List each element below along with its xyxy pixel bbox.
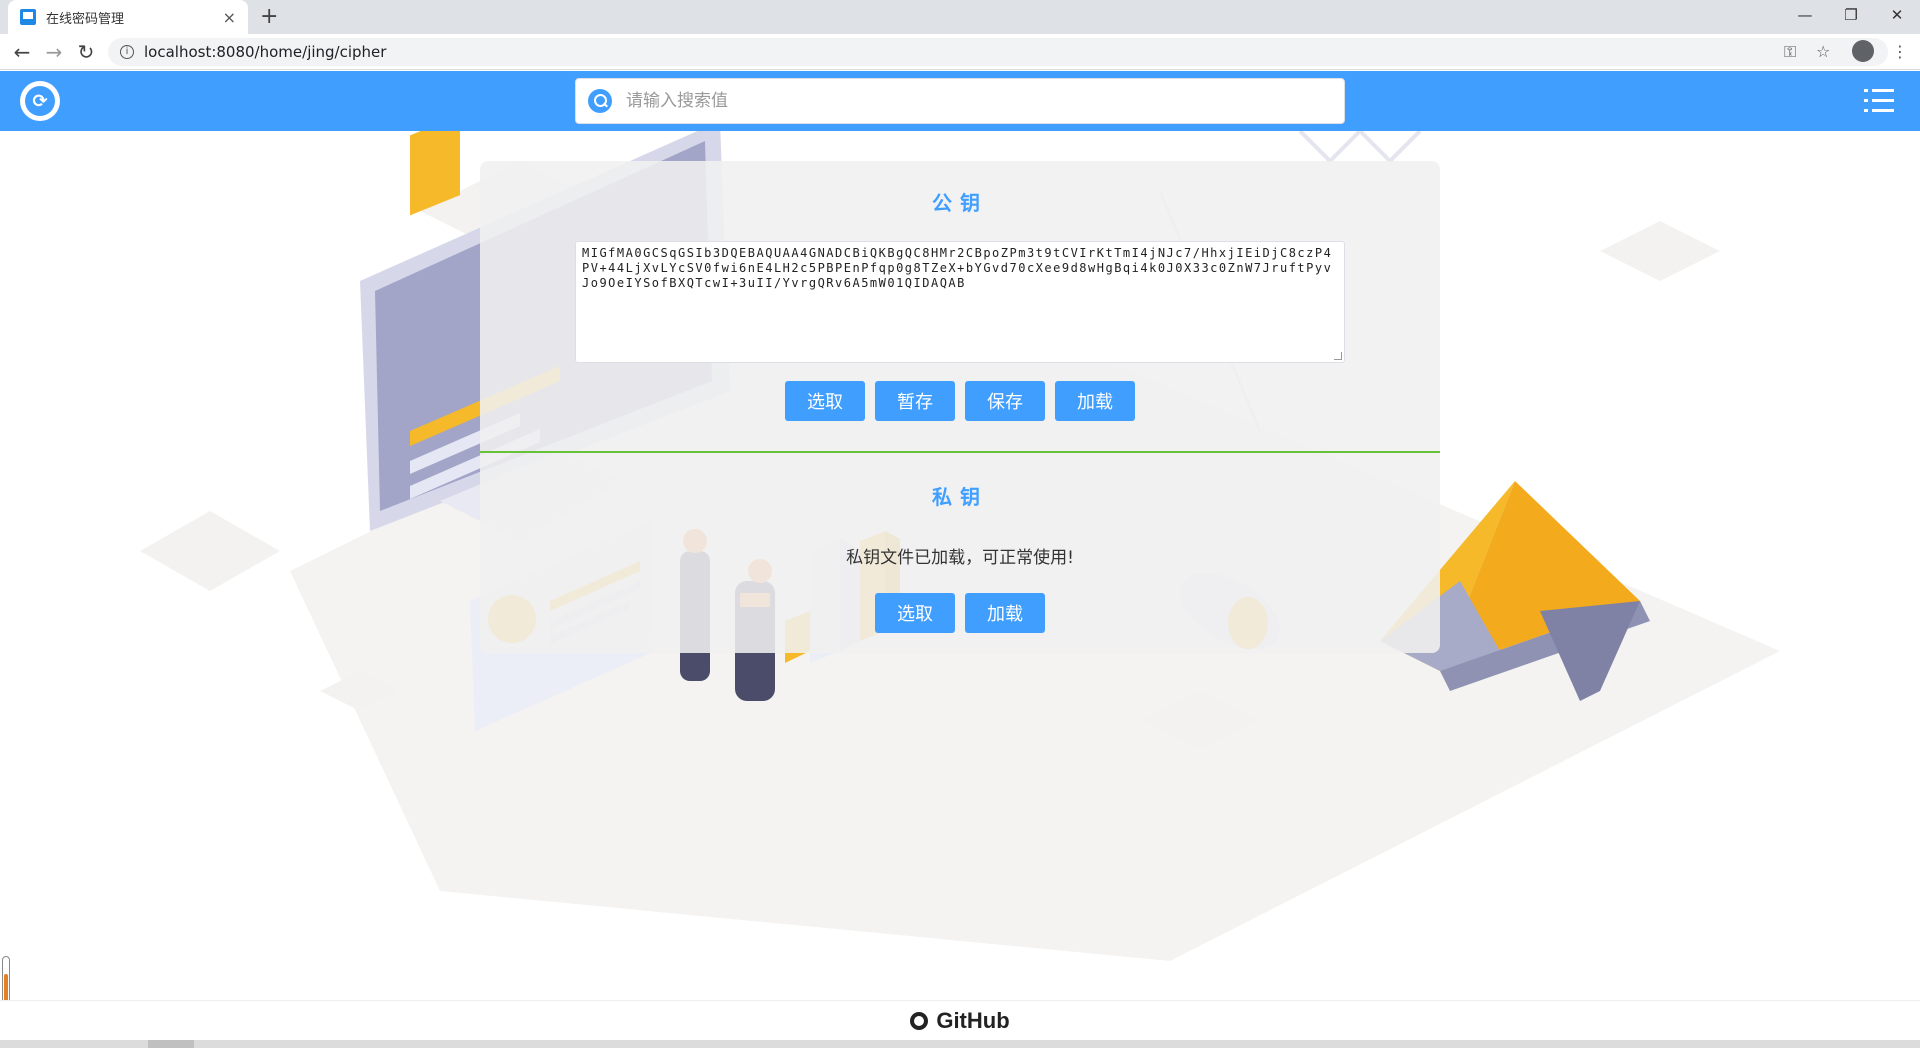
public-key-textarea[interactable]: MIGfMA0GCSqGSIb3DQEBAQUAA4GNADCBiQKBgQC8… — [575, 241, 1345, 363]
minimize-icon[interactable]: — — [1782, 0, 1828, 30]
app-header: ⟳ — [0, 71, 1920, 131]
more-menu-icon[interactable]: ⋮ — [1892, 42, 1908, 61]
search-icon[interactable] — [588, 89, 612, 113]
public-load-button[interactable]: 加载 — [1055, 381, 1135, 421]
private-select-button[interactable]: 选取 — [875, 593, 955, 633]
public-key-value: MIGfMA0GCSqGSIb3DQEBAQUAA4GNADCBiQKBgQC8… — [582, 246, 1333, 290]
new-tab-icon[interactable]: + — [260, 4, 278, 29]
github-icon[interactable] — [910, 1011, 929, 1030]
tab-title: 在线密码管理 — [46, 11, 125, 27]
search-input[interactable] — [626, 91, 1306, 111]
key-icon[interactable]: ⚿ — [1784, 42, 1796, 62]
github-link[interactable]: GitHub — [936, 1008, 1009, 1034]
restore-icon[interactable]: ❐ — [1828, 0, 1874, 30]
section-divider — [480, 451, 1440, 453]
window-close-icon[interactable]: ✕ — [1874, 0, 1920, 30]
url-text: localhost:8080/home/jing/cipher — [144, 43, 387, 61]
browser-toolbar: ← → ↻ i localhost:8080/home/jing/cipher … — [0, 34, 1920, 70]
back-icon[interactable]: ← — [10, 40, 34, 64]
profile-avatar-icon[interactable] — [1852, 40, 1874, 62]
public-temp-save-button[interactable]: 暂存 — [875, 381, 955, 421]
public-save-button[interactable]: 保存 — [965, 381, 1045, 421]
app-logo-icon[interactable]: ⟳ — [20, 81, 60, 121]
key-management-card: 公钥 MIGfMA0GCSqGSIb3DQEBAQUAA4GNADCBiQKBg… — [480, 161, 1440, 653]
scrollbar-thumb[interactable] — [148, 1040, 194, 1048]
public-key-title: 公钥 — [932, 191, 988, 215]
forward-icon[interactable]: → — [42, 40, 66, 64]
private-key-title: 私钥 — [932, 485, 988, 509]
browser-tab-strip: 在线密码管理 × + — ❐ ✕ — [0, 0, 1920, 34]
private-load-button[interactable]: 加载 — [965, 593, 1045, 633]
footer: GitHub — [0, 1000, 1920, 1040]
horizontal-scrollbar[interactable] — [0, 1040, 1920, 1048]
private-key-status: 私钥文件已加载，可正常使用! — [846, 548, 1074, 568]
star-icon[interactable]: ☆ — [1816, 42, 1830, 61]
site-favicon-icon — [20, 9, 36, 25]
browser-tab[interactable]: 在线密码管理 × — [8, 0, 248, 34]
menu-list-icon[interactable] — [1864, 89, 1894, 113]
site-info-icon[interactable]: i — [120, 45, 134, 59]
resize-handle-icon[interactable] — [1334, 352, 1342, 360]
side-widget-icon — [2, 956, 10, 1006]
public-select-button[interactable]: 选取 — [785, 381, 865, 421]
reload-icon[interactable]: ↻ — [74, 40, 98, 64]
tab-close-icon[interactable]: × — [223, 8, 236, 27]
address-bar[interactable]: i localhost:8080/home/jing/cipher — [108, 38, 1888, 66]
search-box — [575, 78, 1345, 124]
